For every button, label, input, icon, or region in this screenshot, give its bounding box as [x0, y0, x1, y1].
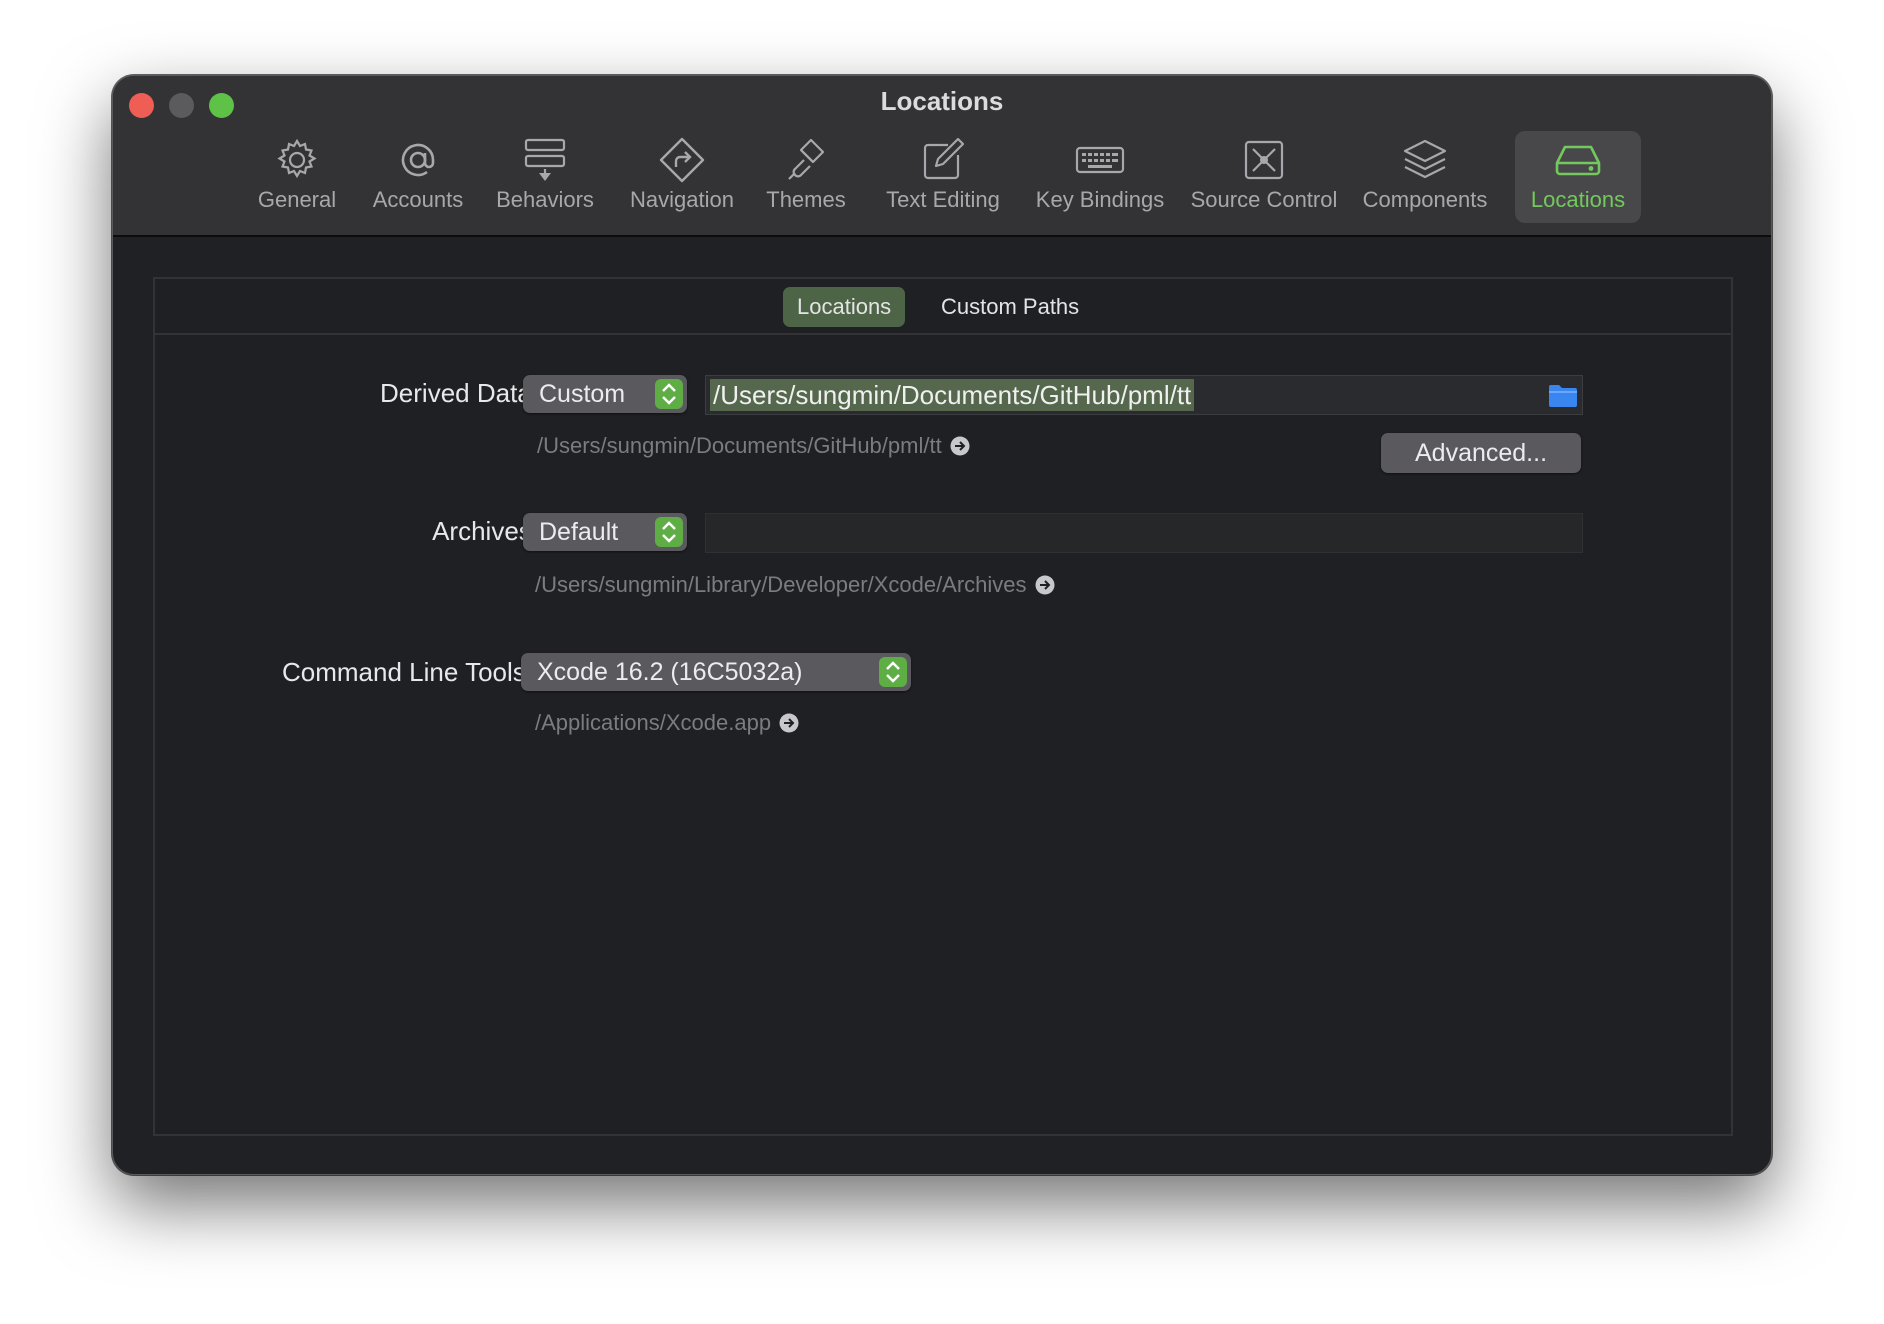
command-line-tools-popup-value: Xcode 16.2 (16C5032a): [537, 658, 803, 686]
toolbar-item-components[interactable]: Components: [1351, 131, 1499, 223]
keyboard-icon: [1075, 146, 1125, 174]
derived-data-label: Derived Data:: [380, 378, 539, 408]
behaviors-icon: [524, 138, 566, 181]
toolbar-item-label: Themes: [766, 187, 846, 212]
folder-icon[interactable]: [1548, 382, 1578, 408]
pencil-square-icon: [923, 137, 965, 180]
toolbar-item-label: General: [257, 187, 337, 212]
toolbar-item-label: Key Bindings: [1035, 187, 1165, 212]
toolbar-item-label: Locations: [1530, 187, 1626, 212]
command-line-tools-hint: /Applications/Xcode.app: [535, 710, 772, 735]
toolbar-item-general[interactable]: General: [251, 131, 343, 223]
toolbar-item-navigation[interactable]: Navigation: [619, 131, 745, 223]
popup-chevrons-icon: [655, 517, 683, 547]
toolbar-item-behaviors[interactable]: Behaviors: [491, 131, 599, 223]
navigation-icon: [659, 137, 705, 183]
toolbar-item-locations[interactable]: Locations: [1515, 131, 1641, 223]
toolbar-item-label: Components: [1362, 187, 1488, 212]
toolbar-item-accounts[interactable]: Accounts: [365, 131, 471, 223]
tab-locations[interactable]: Locations: [783, 287, 906, 327]
source-control-icon: [1244, 140, 1284, 180]
toolbar-item-label: Behaviors: [496, 187, 594, 212]
toolbar-item-label: Text Editing: [886, 187, 1000, 212]
reveal-arrow-icon[interactable]: [779, 713, 799, 733]
derived-data-popup[interactable]: Custom: [523, 375, 687, 413]
archives-path-field: [705, 513, 1583, 553]
window-title: Locations: [880, 86, 1004, 116]
advanced-button[interactable]: Advanced...: [1381, 433, 1581, 473]
command-line-tools-resolved-path: /Applications/Xcode.app: [535, 710, 799, 736]
locations-panel: Locations Custom Paths Derived Data: Cus…: [153, 277, 1733, 1136]
preferences-toolbar: General Accounts Behaviors Navigation Th…: [113, 131, 1771, 227]
gear-icon: [277, 138, 317, 179]
toolbar-item-label: Source Control: [1190, 187, 1338, 212]
toolbar-item-label: Navigation: [630, 187, 734, 212]
derived-data-popup-value: Custom: [539, 380, 626, 408]
paintbrush-icon: [788, 138, 825, 180]
title-bar: Locations General Accounts Behaviors Nav…: [113, 76, 1771, 237]
tab-custom-paths[interactable]: Custom Paths: [927, 287, 1093, 327]
toolbar-item-label: Accounts: [372, 187, 464, 212]
archives-popup-value: Default: [539, 518, 619, 546]
archives-popup[interactable]: Default: [523, 513, 687, 551]
preferences-window: Locations General Accounts Behaviors Nav…: [112, 75, 1772, 1175]
popup-chevrons-icon: [655, 379, 683, 409]
archives-hint: /Users/sungmin/Library/Developer/Xcode/A…: [535, 572, 1027, 597]
derived-data-resolved-path: /Users/sungmin/Documents/GitHub/pml/tt: [537, 433, 970, 459]
derived-data-path-value: /Users/sungmin/Documents/GitHub/pml/tt: [710, 379, 1195, 411]
command-line-tools-popup[interactable]: Xcode 16.2 (16C5032a): [521, 653, 911, 691]
toolbar-item-source-control[interactable]: Source Control: [1181, 131, 1347, 223]
command-line-tools-label: Command Line Tools:: [282, 657, 533, 687]
segmented-tabs: Locations Custom Paths: [155, 279, 1731, 335]
toolbar-item-key-bindings[interactable]: Key Bindings: [1021, 131, 1179, 223]
derived-data-hint: /Users/sungmin/Documents/GitHub/pml/tt: [537, 433, 942, 458]
drive-icon: [1555, 145, 1601, 176]
toolbar-item-text-editing[interactable]: Text Editing: [869, 131, 1017, 223]
reveal-arrow-icon[interactable]: [950, 436, 970, 456]
popup-chevrons-icon: [879, 657, 907, 687]
archives-resolved-path: /Users/sungmin/Library/Developer/Xcode/A…: [535, 572, 1055, 598]
reveal-arrow-icon[interactable]: [1035, 575, 1055, 595]
at-icon: [401, 143, 435, 177]
stack-icon: [1403, 139, 1447, 179]
derived-data-path-field[interactable]: /Users/sungmin/Documents/GitHub/pml/tt: [705, 375, 1583, 415]
toolbar-item-themes[interactable]: Themes: [757, 131, 855, 223]
